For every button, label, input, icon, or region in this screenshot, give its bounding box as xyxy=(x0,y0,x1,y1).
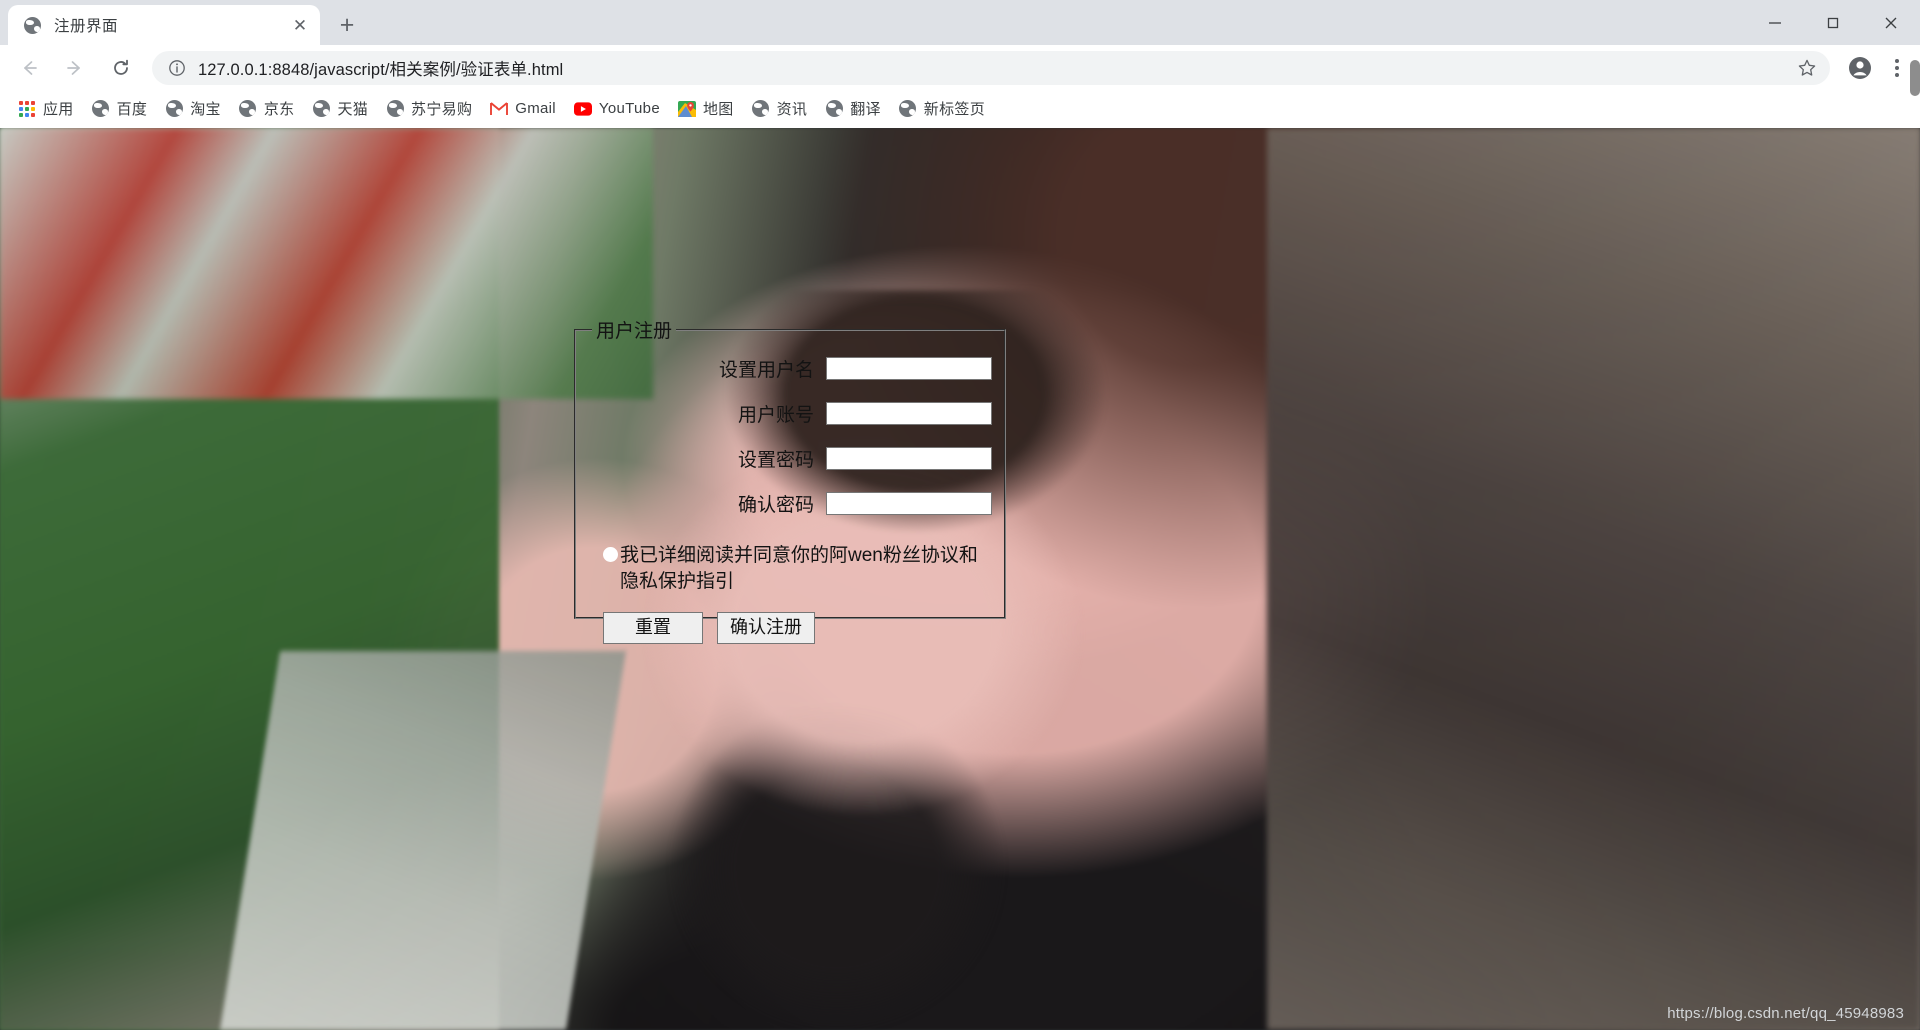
username-input[interactable] xyxy=(826,357,992,380)
bookmark-label: Gmail xyxy=(515,100,556,117)
globe-icon xyxy=(386,100,404,118)
bookmark-label: 资讯 xyxy=(776,101,808,118)
form-legend: 用户注册 xyxy=(596,321,673,342)
bookmark-tmall[interactable]: 天猫 xyxy=(304,95,376,123)
bookmark-suning[interactable]: 苏宁易购 xyxy=(378,95,480,123)
agreement-row: 我已详细阅读并同意你的阿wen粉丝协议和隐私保护指引 xyxy=(586,543,994,594)
field-label: 设置密码 xyxy=(737,450,814,471)
background-photo-right xyxy=(1267,128,1920,1030)
title-bar: 注册界面 ✕ + xyxy=(0,0,1920,45)
browser-window: 注册界面 ✕ + 127.0.0.1:8848/javascript/相关案例/… xyxy=(0,0,1920,1030)
bookmark-label: YouTube xyxy=(598,100,660,117)
bookmark-label: 天猫 xyxy=(337,101,369,118)
field-row-account: 用户账号 xyxy=(586,400,994,427)
bookmark-label: 地图 xyxy=(702,101,734,118)
bookmarks-bar: 应用 百度 淘宝 京东 天猫 苏宁易购 Gmail YouTube 地图 资讯 … xyxy=(0,90,1920,128)
close-icon[interactable]: ✕ xyxy=(286,11,314,39)
profile-avatar-icon[interactable] xyxy=(1840,48,1880,88)
bookmark-baidu[interactable]: 百度 xyxy=(84,95,156,123)
background-photo-topleft xyxy=(0,128,653,399)
globe-icon xyxy=(312,100,330,118)
field-row-password: 设置密码 xyxy=(586,445,994,472)
apps-grid-icon xyxy=(18,100,36,118)
new-tab-button[interactable]: + xyxy=(330,8,364,42)
watermark-text: https://blog.csdn.net/qq_45948983 xyxy=(1667,1005,1904,1022)
field-label: 确认密码 xyxy=(737,495,814,516)
bookmark-news[interactable]: 资讯 xyxy=(744,95,816,123)
bookmark-newtabpage[interactable]: 新标签页 xyxy=(891,95,993,123)
reset-button[interactable]: 重置 xyxy=(603,612,703,645)
bookmark-label: 百度 xyxy=(116,101,148,118)
bookmark-youtube[interactable]: YouTube xyxy=(566,95,668,123)
tab-title: 注册界面 xyxy=(54,18,119,35)
globe-icon xyxy=(825,100,843,118)
field-label: 用户账号 xyxy=(737,405,814,426)
bookmark-label: 翻译 xyxy=(850,101,881,118)
bookmark-maps[interactable]: 地图 xyxy=(670,95,742,123)
browser-toolbar: 127.0.0.1:8848/javascript/相关案例/验证表单.html xyxy=(0,45,1920,90)
forward-arrow-icon[interactable] xyxy=(55,48,95,88)
bookmark-label: 苏宁易购 xyxy=(411,101,473,118)
url-text: 127.0.0.1:8848/javascript/相关案例/验证表单.html xyxy=(198,60,564,79)
background-photo-bottomleft xyxy=(219,651,626,1030)
info-circle-icon[interactable] xyxy=(166,57,188,79)
globe-icon xyxy=(899,100,917,118)
gmail-icon xyxy=(490,100,509,118)
bookmark-gmail[interactable]: Gmail xyxy=(482,95,564,123)
maximize-icon[interactable] xyxy=(1804,0,1862,45)
globe-icon xyxy=(165,100,183,118)
bookmark-label: 京东 xyxy=(263,101,295,118)
page-scrollbar-thumb[interactable] xyxy=(1910,60,1920,96)
bookmark-label: 新标签页 xyxy=(923,101,985,118)
submit-button[interactable]: 确认注册 xyxy=(717,612,815,645)
globe-icon xyxy=(239,100,257,118)
browser-tab[interactable]: 注册界面 ✕ xyxy=(8,5,320,45)
bookmark-apps[interactable]: 应用 xyxy=(10,95,82,123)
agreement-label: 我已详细阅读并同意你的阿wen粉丝协议和隐私保护指引 xyxy=(620,545,978,592)
globe-icon xyxy=(92,100,110,118)
bookmark-translate[interactable]: 翻译 xyxy=(817,95,889,123)
address-bar[interactable]: 127.0.0.1:8848/javascript/相关案例/验证表单.html xyxy=(152,50,1830,85)
field-row-confirm-password: 确认密码 xyxy=(586,490,994,517)
back-arrow-icon[interactable] xyxy=(9,48,49,88)
page-viewport: 用户注册 设置用户名 用户账号 设置密码 确认密码 我已详细阅读并同意你的阿we… xyxy=(0,128,1920,1030)
reload-icon[interactable] xyxy=(101,48,141,88)
bookmark-label: 应用 xyxy=(43,101,74,118)
youtube-icon xyxy=(573,100,592,118)
three-dot-menu-icon[interactable] xyxy=(1880,48,1914,88)
confirm-password-input[interactable] xyxy=(826,492,992,515)
bookmark-taobao[interactable]: 淘宝 xyxy=(157,95,229,123)
close-icon[interactable] xyxy=(1862,0,1920,45)
window-controls xyxy=(1746,0,1920,45)
field-row-username: 设置用户名 xyxy=(586,355,994,382)
password-input[interactable] xyxy=(826,447,992,470)
field-label: 设置用户名 xyxy=(718,360,814,381)
globe-icon xyxy=(22,15,42,35)
star-icon[interactable] xyxy=(1792,53,1822,83)
form-buttons: 重置 确认注册 xyxy=(586,612,994,645)
maps-pin-icon xyxy=(677,100,696,118)
globe-icon xyxy=(752,100,770,118)
account-input[interactable] xyxy=(826,402,992,425)
bookmark-jd[interactable]: 京东 xyxy=(231,95,303,123)
bookmark-label: 淘宝 xyxy=(190,101,221,118)
agreement-checkbox[interactable] xyxy=(603,547,618,562)
registration-fieldset: 用户注册 设置用户名 用户账号 设置密码 确认密码 我已详细阅读并同意你的阿we… xyxy=(574,316,1006,645)
minimize-icon[interactable] xyxy=(1746,0,1804,45)
registration-form: 用户注册 设置用户名 用户账号 设置密码 确认密码 我已详细阅读并同意你的阿we… xyxy=(574,316,1006,645)
